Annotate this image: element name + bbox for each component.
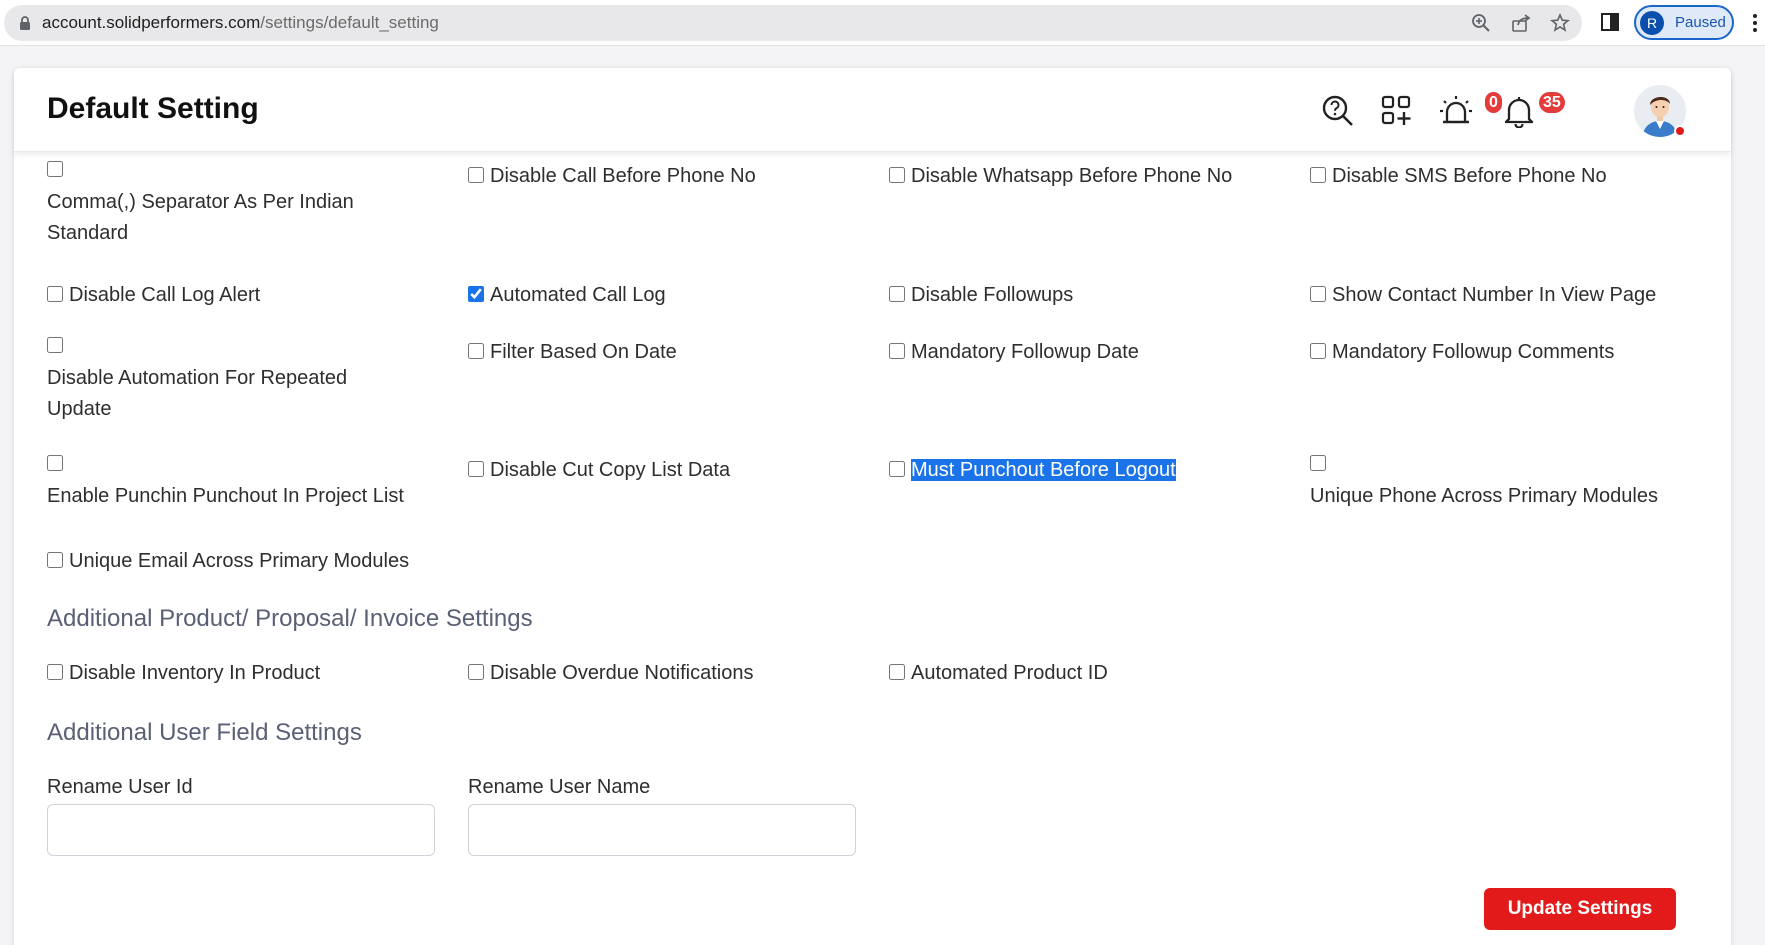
checkbox-enable-punchin-punchout[interactable] bbox=[47, 455, 63, 471]
checkbox-mandatory-followup-date[interactable] bbox=[889, 342, 905, 359]
rename-user-name-label: Rename User Name bbox=[468, 776, 651, 798]
profile-status: Paused bbox=[1675, 14, 1726, 31]
checkbox-show-contact-number[interactable] bbox=[1310, 285, 1326, 302]
label-disable-call-before-phone: Disable Call Before Phone No bbox=[490, 165, 756, 187]
label-disable-automation-repeated: Disable Automation For Repeated Update bbox=[47, 367, 348, 420]
label-disable-sms-before-phone: Disable SMS Before Phone No bbox=[1332, 165, 1607, 187]
address-bar[interactable]: account.solidperformers.com/settings/def… bbox=[4, 5, 1582, 41]
checkbox-disable-inventory[interactable] bbox=[47, 663, 63, 680]
label-filter-based-on-date: Filter Based On Date bbox=[490, 341, 677, 363]
option-must-punchout[interactable]: Must Punchout Before Logout bbox=[889, 455, 1289, 486]
label-unique-phone: Unique Phone Across Primary Modules bbox=[1310, 485, 1658, 507]
option-disable-call-log-alert[interactable]: Disable Call Log Alert bbox=[47, 280, 447, 311]
checkbox-unique-email[interactable] bbox=[47, 551, 63, 568]
label-automated-product-id: Automated Product ID bbox=[911, 662, 1108, 684]
option-disable-cut-copy[interactable]: Disable Cut Copy List Data bbox=[468, 455, 868, 486]
option-disable-inventory[interactable]: Disable Inventory In Product bbox=[47, 658, 447, 689]
option-unique-email[interactable]: Unique Email Across Primary Modules bbox=[47, 546, 447, 577]
option-mandatory-followup-comments[interactable]: Mandatory Followup Comments bbox=[1310, 337, 1710, 368]
url-text[interactable]: account.solidperformers.com/settings/def… bbox=[42, 13, 439, 33]
page-title: Default Setting bbox=[47, 92, 259, 125]
checkbox-must-punchout[interactable] bbox=[889, 460, 905, 477]
label-disable-overdue: Disable Overdue Notifications bbox=[490, 662, 754, 684]
label-disable-call-log-alert: Disable Call Log Alert bbox=[69, 284, 261, 306]
label-enable-punchin-punchout: Enable Punchin Punchout In Project List bbox=[47, 485, 404, 507]
option-disable-call-before-phone[interactable]: Disable Call Before Phone No bbox=[468, 161, 868, 192]
checkbox-mandatory-followup-comments[interactable] bbox=[1310, 342, 1326, 359]
label-disable-inventory: Disable Inventory In Product bbox=[69, 662, 321, 684]
checkbox-automated-call-log[interactable] bbox=[468, 285, 484, 302]
option-disable-sms-before-phone[interactable]: Disable SMS Before Phone No bbox=[1310, 161, 1710, 192]
settings-card: Default Setting 0 35 Comma(,) Separator … bbox=[14, 68, 1731, 945]
label-disable-followups: Disable Followups bbox=[911, 284, 1074, 306]
option-disable-automation-repeated[interactable]: Disable Automation For Repeated Update bbox=[47, 337, 447, 425]
label-disable-cut-copy: Disable Cut Copy List Data bbox=[490, 459, 731, 481]
add-app-grid-icon[interactable] bbox=[1380, 94, 1414, 128]
side-panel-icon[interactable] bbox=[1600, 12, 1620, 32]
browser-toolbar: account.solidperformers.com/settings/def… bbox=[0, 0, 1765, 46]
section-title-user-field: Additional User Field Settings bbox=[47, 719, 362, 746]
checkbox-disable-whatsapp-before-phone[interactable] bbox=[889, 166, 905, 183]
rename-user-id-label: Rename User Id bbox=[47, 776, 193, 798]
profile-chip[interactable]: R Paused bbox=[1634, 5, 1734, 40]
presence-dot bbox=[1674, 125, 1686, 137]
alerts-count-badge: 0 bbox=[1485, 92, 1502, 113]
page-header: Default Setting 0 35 bbox=[14, 68, 1731, 152]
label-must-punchout: Must Punchout Before Logout bbox=[911, 459, 1176, 481]
bookmark-star-icon[interactable] bbox=[1550, 13, 1570, 33]
option-disable-whatsapp-before-phone[interactable]: Disable Whatsapp Before Phone No bbox=[889, 161, 1289, 192]
more-menu-icon[interactable] bbox=[1752, 12, 1758, 34]
checkbox-disable-sms-before-phone[interactable] bbox=[1310, 166, 1326, 183]
option-enable-punchin-punchout[interactable]: Enable Punchin Punchout In Project List bbox=[47, 455, 447, 512]
option-mandatory-followup-date[interactable]: Mandatory Followup Date bbox=[889, 337, 1289, 368]
label-disable-whatsapp-before-phone: Disable Whatsapp Before Phone No bbox=[911, 165, 1233, 187]
profile-avatar: R bbox=[1640, 11, 1664, 35]
option-comma-separator[interactable]: Comma(,) Separator As Per Indian Standar… bbox=[47, 161, 447, 249]
alarm-alert-icon[interactable] bbox=[1439, 94, 1473, 128]
checkbox-disable-automation-repeated[interactable] bbox=[47, 337, 63, 353]
checkbox-disable-overdue[interactable] bbox=[468, 663, 484, 680]
rename-user-id-input[interactable] bbox=[47, 804, 435, 856]
url-host: account.solidperformers.com bbox=[42, 13, 261, 32]
zoom-icon[interactable] bbox=[1471, 13, 1491, 33]
label-automated-call-log: Automated Call Log bbox=[490, 284, 666, 306]
search-help-icon[interactable] bbox=[1321, 94, 1355, 128]
option-disable-followups[interactable]: Disable Followups bbox=[889, 280, 1289, 311]
rename-user-name-input[interactable] bbox=[468, 804, 856, 856]
checkbox-disable-call-log-alert[interactable] bbox=[47, 285, 63, 302]
label-unique-email: Unique Email Across Primary Modules bbox=[69, 550, 410, 572]
label-mandatory-followup-comments: Mandatory Followup Comments bbox=[1332, 341, 1615, 363]
label-comma-separator: Comma(,) Separator As Per Indian Standar… bbox=[47, 191, 354, 244]
label-show-contact-number: Show Contact Number In View Page bbox=[1332, 284, 1657, 306]
share-icon[interactable] bbox=[1511, 13, 1531, 33]
lock-icon bbox=[20, 16, 30, 30]
option-unique-phone[interactable]: Unique Phone Across Primary Modules bbox=[1310, 455, 1710, 512]
checkbox-disable-call-before-phone[interactable] bbox=[468, 166, 484, 183]
notifications-count-badge: 35 bbox=[1539, 92, 1565, 113]
notification-bell-icon[interactable] bbox=[1502, 94, 1536, 128]
checkbox-filter-based-on-date[interactable] bbox=[468, 342, 484, 359]
checkbox-unique-phone[interactable] bbox=[1310, 455, 1326, 471]
label-mandatory-followup-date: Mandatory Followup Date bbox=[911, 341, 1139, 363]
option-disable-overdue[interactable]: Disable Overdue Notifications bbox=[468, 658, 868, 689]
checkbox-automated-product-id[interactable] bbox=[889, 663, 905, 680]
option-filter-based-on-date[interactable]: Filter Based On Date bbox=[468, 337, 868, 368]
checkbox-disable-cut-copy[interactable] bbox=[468, 460, 484, 477]
checkbox-comma-separator[interactable] bbox=[47, 161, 63, 177]
option-automated-call-log[interactable]: Automated Call Log bbox=[468, 280, 868, 311]
option-show-contact-number[interactable]: Show Contact Number In View Page bbox=[1310, 280, 1710, 311]
url-path: /settings/default_setting bbox=[260, 13, 439, 32]
option-automated-product-id[interactable]: Automated Product ID bbox=[889, 658, 1289, 689]
checkbox-disable-followups[interactable] bbox=[889, 285, 905, 302]
update-settings-button[interactable]: Update Settings bbox=[1484, 888, 1676, 930]
section-title-product: Additional Product/ Proposal/ Invoice Se… bbox=[47, 605, 533, 632]
